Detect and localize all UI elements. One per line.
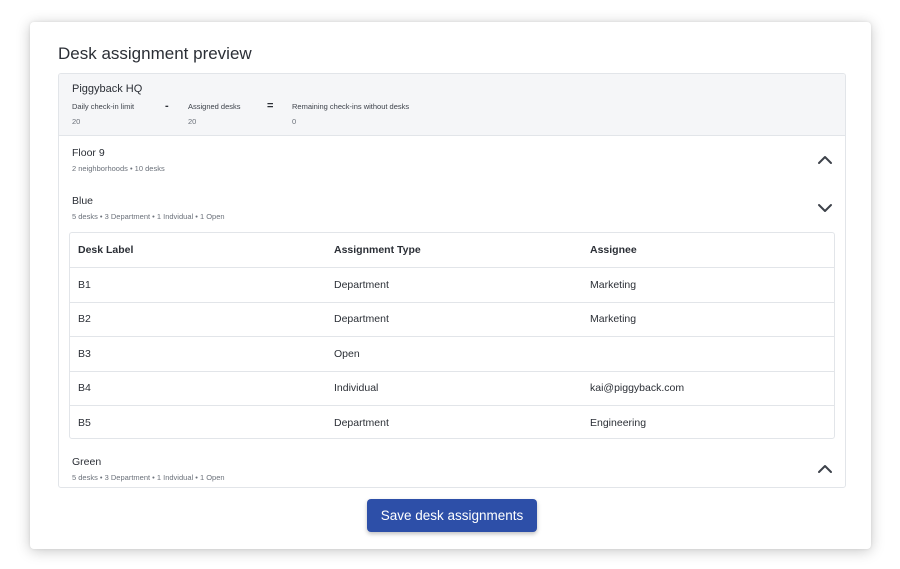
neighborhood-row-blue[interactable]: Blue 5 desks • 3 Department • 1 Indvidua… bbox=[59, 184, 845, 232]
assignment-type-cell: Department bbox=[334, 417, 389, 429]
neighborhood-summary: 5 desks • 3 Department • 1 Indvidual • 1… bbox=[72, 212, 225, 221]
assignee-cell bbox=[582, 336, 834, 372]
save-desk-assignments-button[interactable]: Save desk assignments bbox=[367, 499, 537, 532]
floor-name: Floor 9 bbox=[72, 147, 105, 159]
column-header-desk-label: Desk Label bbox=[70, 233, 326, 268]
assignee-cell: kai@piggyback.com bbox=[582, 371, 834, 406]
metric-value: 20 bbox=[188, 117, 197, 126]
location-summary: Piggyback HQ Daily check-in limit 20 - A… bbox=[59, 74, 845, 136]
assignment-panel: Piggyback HQ Daily check-in limit 20 - A… bbox=[58, 73, 846, 488]
table-row: B3 Open bbox=[70, 336, 834, 372]
column-header-assignment-type: Assignment Type bbox=[326, 233, 582, 268]
floor-row[interactable]: Floor 9 2 neighborhoods • 10 desks bbox=[59, 136, 845, 184]
assignee-cell: Marketing bbox=[582, 267, 834, 303]
assignee-cell: Marketing bbox=[582, 302, 834, 337]
chevron-down-icon[interactable] bbox=[817, 200, 833, 216]
assignee-cell: Engineering bbox=[590, 417, 647, 429]
chevron-up-icon[interactable] bbox=[817, 461, 833, 477]
metric-value: 20 bbox=[72, 117, 81, 126]
metric-assigned-desks: Assigned desks 20 bbox=[188, 102, 241, 126]
desk-label-cell: B2 bbox=[70, 302, 326, 337]
neighborhood-name: Blue bbox=[72, 195, 94, 207]
desk-label-cell: B4 bbox=[70, 371, 326, 406]
desk-table-container: Desk Label Assignment Type Assignee B1 D… bbox=[69, 232, 835, 439]
column-header-assignee: Assignee bbox=[582, 233, 834, 268]
floor-summary: 2 neighborhoods • 10 desks bbox=[72, 164, 165, 173]
equals-operator: = bbox=[267, 100, 274, 112]
table-row: B5 Department Engineering bbox=[70, 406, 834, 439]
assignment-type-cell: Individual bbox=[326, 371, 582, 406]
assignment-type-cell: Open bbox=[326, 336, 582, 372]
desk-label-cell: B1 bbox=[70, 267, 326, 303]
neighborhood-name: Green bbox=[72, 456, 102, 468]
metric-label: Assigned desks bbox=[188, 102, 241, 111]
desk-table: Desk Label Assignment Type Assignee B1 D… bbox=[70, 233, 834, 439]
chevron-up-icon[interactable] bbox=[817, 152, 833, 168]
minus-operator: - bbox=[165, 100, 169, 112]
desk-assignment-card: Desk assignment preview Piggyback HQ Dai… bbox=[30, 22, 871, 549]
desk-label-cell: B5 bbox=[78, 417, 91, 429]
assignment-type-cell: Department bbox=[326, 302, 582, 337]
page-title: Desk assignment preview bbox=[58, 44, 252, 63]
metric-label: Daily check-in limit bbox=[72, 102, 135, 111]
metric-remaining-checkins: Remaining check-ins without desks 0 bbox=[292, 102, 409, 126]
desk-label-cell: B3 bbox=[70, 336, 326, 372]
neighborhood-row-green[interactable]: Green 5 desks • 3 Department • 1 Indvidu… bbox=[59, 445, 845, 487]
table-header-row: Desk Label Assignment Type Assignee bbox=[70, 233, 834, 268]
table-row: B4 Individual kai@piggyback.com bbox=[70, 371, 834, 406]
neighborhood-summary: 5 desks • 3 Department • 1 Indvidual • 1… bbox=[72, 473, 225, 482]
metric-label: Remaining check-ins without desks bbox=[292, 102, 410, 111]
location-name: Piggyback HQ bbox=[72, 83, 143, 95]
assignment-type-cell: Department bbox=[326, 267, 582, 303]
table-row: B2 Department Marketing bbox=[70, 302, 834, 337]
table-row: B1 Department Marketing bbox=[70, 267, 834, 303]
metric-daily-checkin-limit: Daily check-in limit 20 bbox=[72, 102, 134, 126]
metric-value: 0 bbox=[292, 117, 297, 126]
